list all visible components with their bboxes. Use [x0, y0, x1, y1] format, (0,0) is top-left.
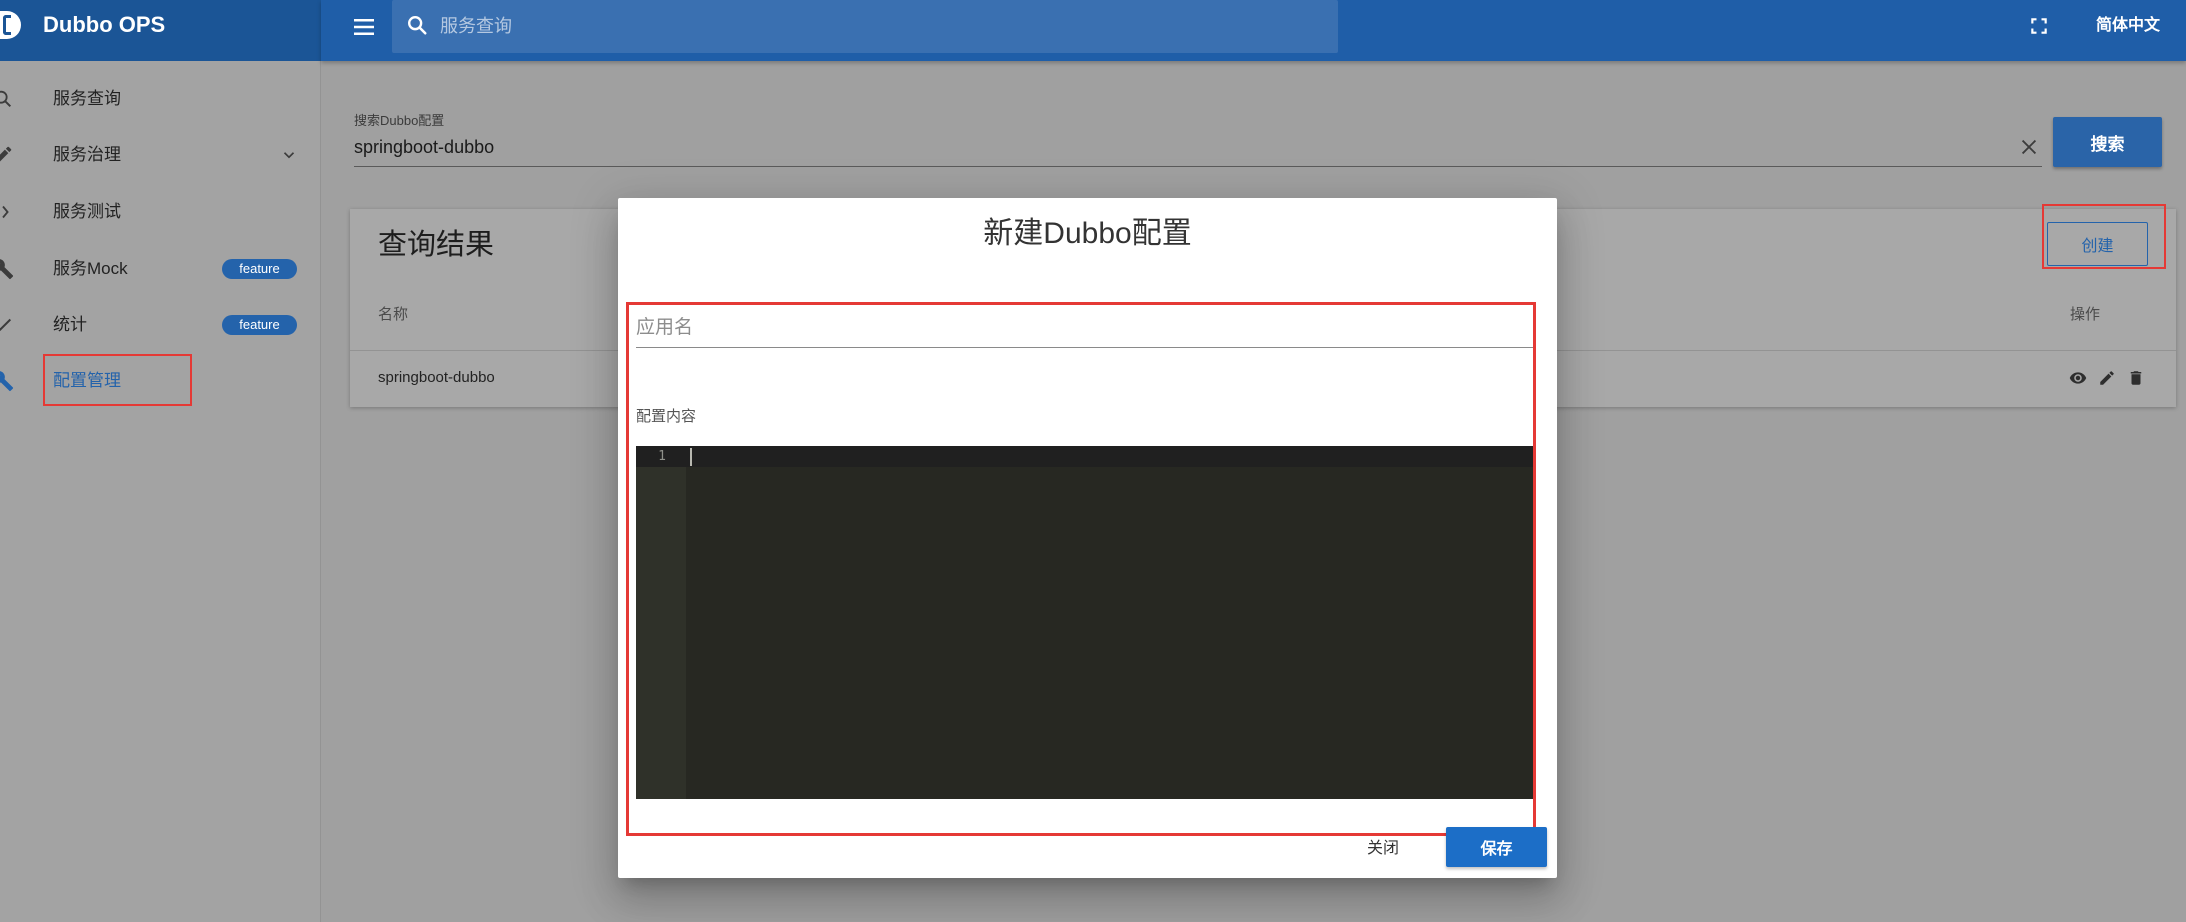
hamburger-menu-icon — [354, 19, 374, 35]
menu-toggle-button[interactable] — [346, 9, 382, 45]
app-root: Dubbo OPS 简体中文 — [0, 0, 2186, 922]
global-search-input[interactable] — [438, 0, 1318, 53]
sidebar-item-statistics[interactable]: 统计 feature — [0, 297, 320, 353]
fullscreen-icon — [2031, 18, 2047, 34]
highlight-box-dialog-form — [626, 302, 1536, 836]
eye-icon — [2069, 372, 2087, 384]
close-icon — [2021, 139, 2037, 155]
pencil-icon — [2100, 371, 2114, 385]
sidebar-item-service-mock[interactable]: 服务Mock feature — [0, 241, 320, 297]
config-search-label: 搜索Dubbo配置 — [354, 113, 445, 128]
wrench-icon — [0, 370, 14, 392]
app-bar-brand: Dubbo OPS — [0, 0, 321, 61]
sidebar-item-label: 服务Mock — [53, 259, 128, 278]
search-button[interactable]: 搜索 — [2053, 117, 2162, 167]
edit-button[interactable] — [2098, 369, 2116, 387]
results-title: 查询结果 — [378, 229, 495, 261]
app-bar: 简体中文 — [321, 0, 2186, 61]
sidebar-item-label: 服务治理 — [53, 145, 121, 164]
config-search-underline — [354, 166, 2042, 167]
delete-button[interactable] — [2127, 369, 2145, 387]
wrench-icon — [0, 258, 14, 280]
sidebar: 服务查询 服务治理 服务测试 服务Mock feature 统计 feature… — [0, 61, 321, 922]
sidebar-item-label: 服务测试 — [53, 202, 121, 221]
pencil-icon — [0, 144, 14, 166]
sidebar-item-service-search[interactable]: 服务查询 — [0, 71, 320, 127]
sidebar-item-label: 服务查询 — [53, 89, 121, 108]
config-search-input[interactable] — [354, 133, 2014, 161]
sidebar-item-service-test[interactable]: 服务测试 — [0, 184, 320, 240]
row-name-cell: springboot-dubbo — [378, 369, 495, 386]
save-button[interactable]: 保存 — [1446, 827, 1547, 867]
dubbo-logo-icon — [0, 11, 21, 39]
highlight-box-create-button — [2042, 204, 2166, 269]
chevron-down-icon[interactable] — [280, 146, 298, 164]
search-icon — [0, 88, 14, 110]
global-search — [392, 0, 1338, 53]
column-header-name[interactable]: 名称 — [378, 305, 408, 325]
language-button[interactable]: 简体中文 — [2086, 12, 2170, 40]
clear-search-button[interactable] — [2018, 136, 2040, 158]
search-icon — [406, 14, 428, 36]
new-config-dialog: 新建Dubbo配置 配置内容 1 关闭 保存 — [618, 198, 1557, 878]
app-title: Dubbo OPS — [43, 12, 166, 37]
column-header-actions: 操作 — [2070, 306, 2101, 323]
view-button[interactable] — [2069, 369, 2087, 387]
highlight-box-config-management — [43, 354, 192, 406]
fullscreen-button[interactable] — [2024, 11, 2054, 41]
close-button[interactable]: 关闭 — [1351, 826, 1415, 866]
sidebar-item-label: 统计 — [53, 315, 87, 334]
feature-badge: feature — [222, 315, 297, 335]
feature-badge: feature — [222, 259, 297, 279]
delete-icon — [2130, 371, 2142, 385]
sidebar-item-service-governance[interactable]: 服务治理 — [0, 127, 320, 183]
check-icon — [0, 314, 14, 336]
dialog-title: 新建Dubbo配置 — [983, 217, 1192, 250]
chevron-right-icon — [0, 201, 14, 223]
